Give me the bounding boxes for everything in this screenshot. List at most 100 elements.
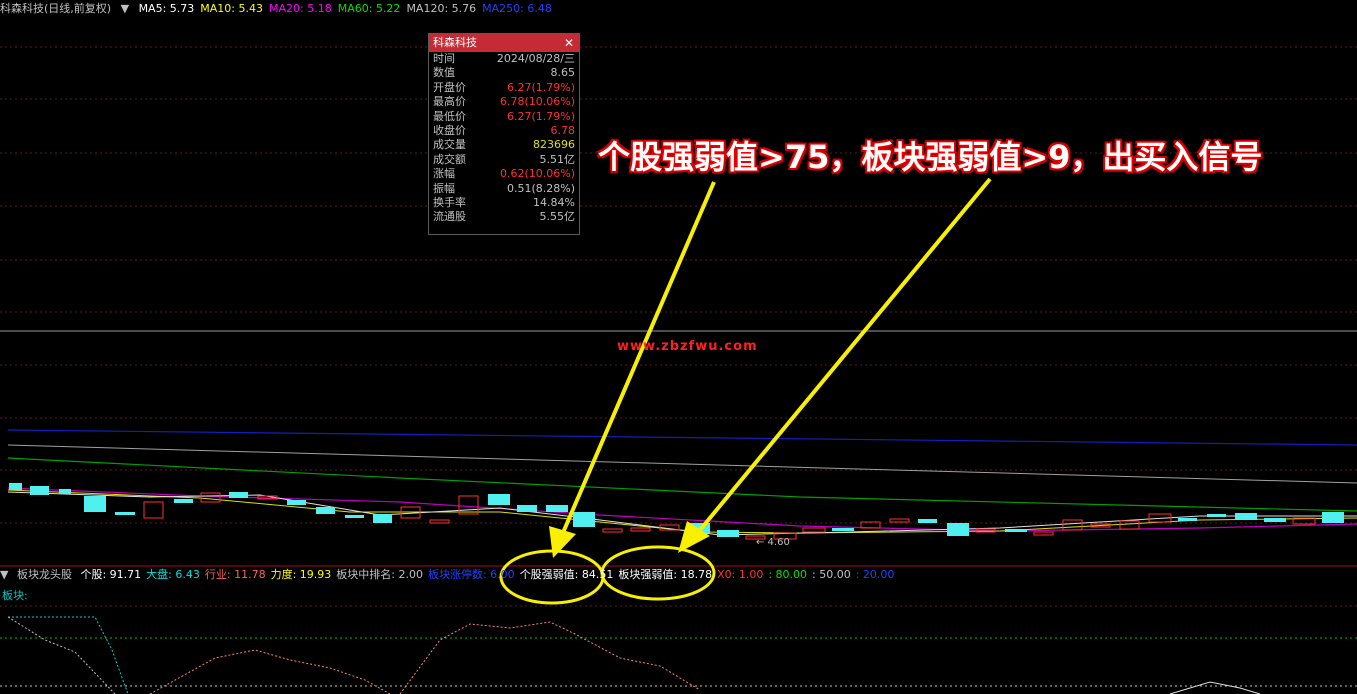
info-panel-row: 开盘价 6.27(1.79%) <box>429 81 579 95</box>
candle <box>918 519 937 523</box>
info-panel-rows: 时间 2024/08/28/三 数值 8.65 开盘价 6.27(1.79%) 最高价 6.7… <box>429 52 579 225</box>
info-row-value: 14.84% <box>533 195 575 209</box>
stock-line <box>7 616 116 694</box>
candle <box>373 514 392 523</box>
info-panel-title: 科森科技 <box>433 36 477 49</box>
indicator-item: 板块涨停数: 6.00 <box>427 568 515 581</box>
info-row-label: 涨幅 <box>433 167 455 181</box>
info-row-value: 0.62(10.06%) <box>499 167 575 181</box>
candle <box>1178 518 1197 521</box>
info-row-label: 换手率 <box>433 195 466 209</box>
indicator-item: 个股强弱值: 84.51 <box>519 568 614 581</box>
info-panel-row: 收盘价 6.78 <box>429 124 579 138</box>
indicator-item: 行业: 11.78 <box>204 568 266 581</box>
indicator-item: 板块强弱值: 18.78 <box>618 568 713 581</box>
info-row-label: 数值 <box>433 66 455 80</box>
info-row-value: 5.55亿 <box>539 210 576 224</box>
info-row-label: 开盘价 <box>433 80 466 94</box>
info-row-value: 0.51(8.28%) <box>506 181 575 195</box>
info-panel-row: 最高价 6.78(10.06%) <box>429 95 579 109</box>
info-panel-row: 数值 8.65 <box>429 66 579 80</box>
candle <box>1207 514 1226 517</box>
ma250-line <box>7 429 1357 446</box>
candle <box>84 496 106 512</box>
indicator-header: ▼ 板块龙头股 个股: 91.71 大盘: 6.43 行业: 11.78 力度: 19… <box>0 567 1357 583</box>
candle <box>429 519 450 524</box>
info-panel-row: 换手率 14.84% <box>429 196 579 210</box>
indicator-item: 大盘: 6.43 <box>146 568 200 581</box>
close-icon[interactable]: ✕ <box>564 34 574 52</box>
watermark-url: www.zbzfwu.com <box>617 339 758 354</box>
low-price-marker: ← 4.60 <box>756 537 790 548</box>
ma20-line <box>7 487 1357 532</box>
indicator-item: 力度: 19.93 <box>270 568 332 581</box>
candle <box>1119 520 1140 530</box>
info-row-value: 823696 <box>533 138 575 152</box>
indicator-values: 个股: 91.71 大盘: 6.43 行业: 11.78 力度: 19.93 板块中排名… <box>80 568 899 581</box>
candle <box>345 515 364 518</box>
candle <box>316 507 335 514</box>
info-panel-row: 流通股 5.55亿 <box>429 210 579 224</box>
candle <box>458 495 479 515</box>
info-row-label: 收盘价 <box>433 123 466 137</box>
info-panel-row: 振幅 0.51(8.28%) <box>429 182 579 196</box>
indicator-item: : 50.00 <box>812 568 851 581</box>
strength-line <box>1169 681 1261 694</box>
candle <box>229 492 248 498</box>
candle <box>200 492 221 503</box>
candle <box>143 501 164 519</box>
indicator-item: 个股: 91.71 <box>80 568 142 581</box>
candle <box>1235 513 1257 520</box>
info-panel-row: 时间 2024/08/28/三 <box>429 52 579 66</box>
info-row-label: 成交额 <box>433 152 466 166</box>
candle <box>889 518 910 523</box>
candle <box>1264 518 1286 522</box>
candle <box>832 528 854 531</box>
candle <box>602 528 623 533</box>
indicator-item: X0: 1.00 <box>717 568 764 581</box>
candle <box>717 530 739 537</box>
info-row-value: 6.27(1.79%) <box>506 109 575 123</box>
chevron-down-icon[interactable]: ▼ <box>0 568 8 581</box>
candle <box>30 486 49 495</box>
info-panel-row: 成交量 823696 <box>429 138 579 152</box>
info-panel-header[interactable]: 科森科技 ✕ <box>429 34 579 52</box>
info-row-label: 振幅 <box>433 181 455 195</box>
info-panel-row: 涨幅 0.62(10.06%) <box>429 167 579 181</box>
candle <box>517 505 537 512</box>
indicator-item: : 80.00 <box>768 568 808 581</box>
candle <box>174 499 193 503</box>
info-panel-row: 最低价 6.27(1.79%) <box>429 110 579 124</box>
candle <box>630 527 651 532</box>
info-row-label: 最低价 <box>433 109 466 123</box>
candle <box>546 505 568 512</box>
info-row-value: 2024/08/28/三 <box>496 52 575 65</box>
info-row-label: 成交量 <box>433 138 466 152</box>
candle <box>287 500 306 505</box>
info-panel[interactable]: 科森科技 ✕ 时间 2024/08/28/三 数值 8.65 开盘价 6.27(1.79%… <box>428 33 580 235</box>
annotation-headline: 个股强弱值>75，板块强弱值>9，出买入信号 <box>598 138 1263 176</box>
candle <box>1322 512 1344 523</box>
info-row-value: 6.27(1.79%) <box>506 80 575 94</box>
info-row-label: 最高价 <box>433 95 466 109</box>
candle <box>1062 519 1083 531</box>
info-row-label: 流通股 <box>433 210 466 224</box>
info-row-value: 6.78(10.06%) <box>499 95 575 109</box>
info-row-value: 6.78 <box>550 123 576 137</box>
candle <box>947 523 969 536</box>
info-panel-row: 成交额 5.51亿 <box>429 153 579 167</box>
sector-line <box>149 621 701 694</box>
candle <box>1005 529 1027 532</box>
candle <box>59 489 71 494</box>
main-grid <box>0 46 1357 524</box>
candle <box>9 483 22 490</box>
sector-label: 板块: <box>2 589 28 602</box>
info-row-value: 5.51亿 <box>539 152 576 166</box>
candle <box>1033 531 1054 536</box>
candle <box>802 527 826 533</box>
annotation-arrows <box>549 177 992 558</box>
candle <box>115 512 135 515</box>
indicator-item: 板块中排名: 2.00 <box>336 568 423 581</box>
candle <box>573 512 595 527</box>
indicator-name[interactable]: 板块龙头股 <box>17 568 72 581</box>
